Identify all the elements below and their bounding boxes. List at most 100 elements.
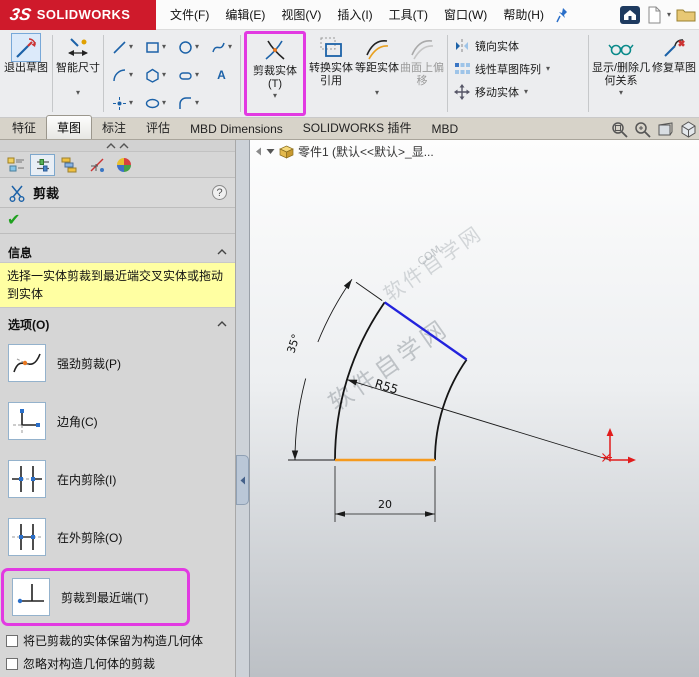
pattern-tools-stack: 镜向实体 线性草图阵列 ▾ 移动实体 ▾ bbox=[450, 31, 586, 116]
smart-dimension-icon bbox=[65, 33, 91, 62]
trim-to-closest-option[interactable]: 剪裁到最近端(T) bbox=[4, 571, 187, 623]
sketch-origin[interactable] bbox=[601, 428, 636, 464]
ribbon-separator bbox=[588, 35, 589, 112]
inner-arc[interactable] bbox=[434, 359, 468, 461]
display-relations-icon bbox=[608, 33, 634, 62]
tab-evaluate[interactable]: 评估 bbox=[136, 116, 180, 139]
trim-to-closest-icon bbox=[12, 578, 50, 616]
arc-icon bbox=[112, 68, 127, 83]
menu-view[interactable]: 视图(V) bbox=[273, 0, 329, 30]
panel-title: 剪裁 bbox=[33, 186, 60, 201]
zoom-fit-icon[interactable] bbox=[611, 121, 628, 138]
sketch-spline-tool[interactable]: ▾ bbox=[205, 33, 238, 61]
tab-annotation[interactable]: 标注 bbox=[92, 116, 136, 139]
displaymanager-tab[interactable] bbox=[111, 154, 136, 176]
power-trim-option[interactable]: 强劲剪裁(P) bbox=[0, 334, 235, 392]
line-icon bbox=[112, 40, 127, 55]
tab-sketch[interactable]: 草图 bbox=[46, 115, 93, 139]
menu-bar: 文件(F) 编辑(E) 视图(V) 插入(I) 工具(T) 窗口(W) 帮助(H… bbox=[162, 0, 570, 30]
corner-icon bbox=[8, 402, 46, 440]
power-trim-icon bbox=[8, 344, 46, 382]
propertymanager-icon bbox=[36, 158, 49, 171]
move-entities-button[interactable]: 移动实体 ▾ bbox=[454, 84, 584, 100]
linear-sketch-pattern-button[interactable]: 线性草图阵列 ▾ bbox=[454, 61, 584, 77]
sketch-circle-tool[interactable]: ▾ bbox=[172, 33, 205, 61]
convert-entities-label: 转换实体引用 bbox=[309, 62, 353, 88]
home-icon[interactable] bbox=[619, 5, 641, 25]
options-group-header[interactable]: 选项(O) bbox=[0, 314, 235, 334]
sketch-fillet-tool[interactable]: ▾ bbox=[172, 89, 205, 117]
sketch-line-tool[interactable]: ▾ bbox=[106, 33, 139, 61]
dimxpertmanager-tab[interactable] bbox=[84, 154, 109, 176]
ignore-construction-checkbox[interactable] bbox=[6, 657, 18, 670]
tab-features[interactable]: 特征 bbox=[2, 116, 46, 139]
repair-sketch-button[interactable]: 修复草图 bbox=[651, 31, 697, 116]
help-button[interactable]: ? bbox=[212, 185, 227, 200]
panel-expand-control[interactable] bbox=[0, 140, 235, 152]
tab-solidworks-addins[interactable]: SOLIDWORKS 插件 bbox=[293, 116, 422, 139]
ellipse-icon bbox=[145, 96, 160, 111]
configurationmanager-tab[interactable] bbox=[57, 154, 82, 176]
trim-away-outside-option[interactable]: 在外剪除(O) bbox=[0, 508, 235, 566]
smart-dimension-button[interactable]: 智能尺寸 ▾ bbox=[55, 31, 101, 116]
open-document-icon[interactable] bbox=[676, 7, 696, 23]
section-view-icon[interactable] bbox=[657, 121, 674, 138]
menu-help[interactable]: 帮助(H) bbox=[495, 0, 552, 30]
dimension-width[interactable] bbox=[334, 466, 436, 522]
collapse-chevron-icon bbox=[217, 249, 227, 255]
manager-tab-bar bbox=[0, 152, 235, 178]
chevron-down-icon: ▾ bbox=[128, 98, 133, 107]
smart-dimension-label: 智能尺寸 bbox=[56, 62, 100, 74]
menu-edit[interactable]: 编辑(E) bbox=[217, 0, 273, 30]
view-orientation-icon[interactable] bbox=[680, 120, 697, 138]
new-document-icon[interactable] bbox=[646, 5, 662, 25]
exit-sketch-icon bbox=[11, 33, 41, 62]
mirror-entities-button[interactable]: 镜向实体 bbox=[454, 38, 584, 54]
point-icon bbox=[112, 96, 127, 111]
dimension-width-value[interactable]: 20 bbox=[378, 498, 392, 511]
sketch-canvas[interactable]: 软件自学网 软件自学网 .COM 35° R55 20 bbox=[250, 140, 699, 677]
sketch-arc-tool[interactable]: ▾ bbox=[106, 61, 139, 89]
menu-window[interactable]: 窗口(W) bbox=[436, 0, 495, 30]
sketch-rectangle-tool[interactable]: ▾ bbox=[139, 33, 172, 61]
sketch-entity-tools: ▾ ▾ ▾ ▾ ▾ ▾ ▾ A ▾ ▾ ▾ bbox=[106, 31, 238, 116]
chevron-left-icon bbox=[240, 476, 245, 484]
trim-away-inside-option[interactable]: 在内剪除(I) bbox=[0, 450, 235, 508]
menu-file[interactable]: 文件(F) bbox=[162, 0, 217, 30]
featuremanager-tree-tab[interactable] bbox=[3, 154, 28, 176]
sketch-point-tool[interactable]: ▾ bbox=[106, 89, 139, 117]
corner-option[interactable]: 边角(C) bbox=[0, 392, 235, 450]
menu-tools[interactable]: 工具(T) bbox=[381, 0, 436, 30]
sketch-polygon-tool[interactable]: ▾ bbox=[139, 61, 172, 89]
ok-button[interactable]: ✔ bbox=[7, 212, 20, 229]
chevron-down-icon: ▾ bbox=[194, 70, 199, 79]
panel-collapse-handle[interactable] bbox=[236, 455, 249, 505]
keep-as-construction-checkbox[interactable] bbox=[6, 634, 18, 647]
options-header-label: 选项(O) bbox=[8, 317, 50, 332]
trim-entities-button[interactable]: 剪裁实体(T) ▾ bbox=[247, 34, 303, 113]
trim-scissors-icon bbox=[8, 184, 26, 202]
info-group-header[interactable]: 信息 bbox=[0, 242, 235, 262]
mirror-entities-label: 镜向实体 bbox=[475, 41, 519, 53]
convert-entities-button[interactable]: 转换实体引用 bbox=[307, 31, 355, 116]
menu-insert[interactable]: 插入(I) bbox=[329, 0, 380, 30]
display-delete-relations-button[interactable]: 显示/删除几何关系 ▾ bbox=[591, 31, 651, 116]
sketch-ellipse-tool[interactable]: ▾ bbox=[139, 89, 172, 117]
tab-mbd-dimensions[interactable]: MBD Dimensions bbox=[180, 119, 293, 139]
linear-pattern-label: 线性草图阵列 bbox=[475, 64, 541, 76]
zoom-area-icon[interactable] bbox=[634, 121, 651, 138]
dimension-radius-value[interactable]: R55 bbox=[373, 376, 400, 396]
sketch-text-tool[interactable]: A bbox=[205, 61, 238, 89]
dimension-angle-value[interactable]: 35° bbox=[284, 332, 302, 355]
spline-icon bbox=[211, 40, 226, 55]
offset-entities-button[interactable]: 等距实体 ▾ bbox=[355, 31, 399, 116]
sketch-slot-tool[interactable]: ▾ bbox=[172, 61, 205, 89]
tab-mbd[interactable]: MBD bbox=[421, 119, 468, 139]
propertymanager-tab[interactable] bbox=[30, 153, 55, 176]
chevron-down-icon[interactable]: ▾ bbox=[667, 11, 671, 19]
trim-to-closest-annotation-box: 剪裁到最近端(T) bbox=[1, 568, 190, 626]
exit-sketch-button[interactable]: 退出草图 bbox=[2, 31, 50, 116]
graphics-area[interactable]: 零件1 (默认<<默认>_显... 软件自学网 软件自学网 .COM 35° R… bbox=[250, 140, 699, 677]
pin-menu-icon[interactable] bbox=[556, 7, 570, 23]
polygon-icon bbox=[145, 68, 160, 83]
